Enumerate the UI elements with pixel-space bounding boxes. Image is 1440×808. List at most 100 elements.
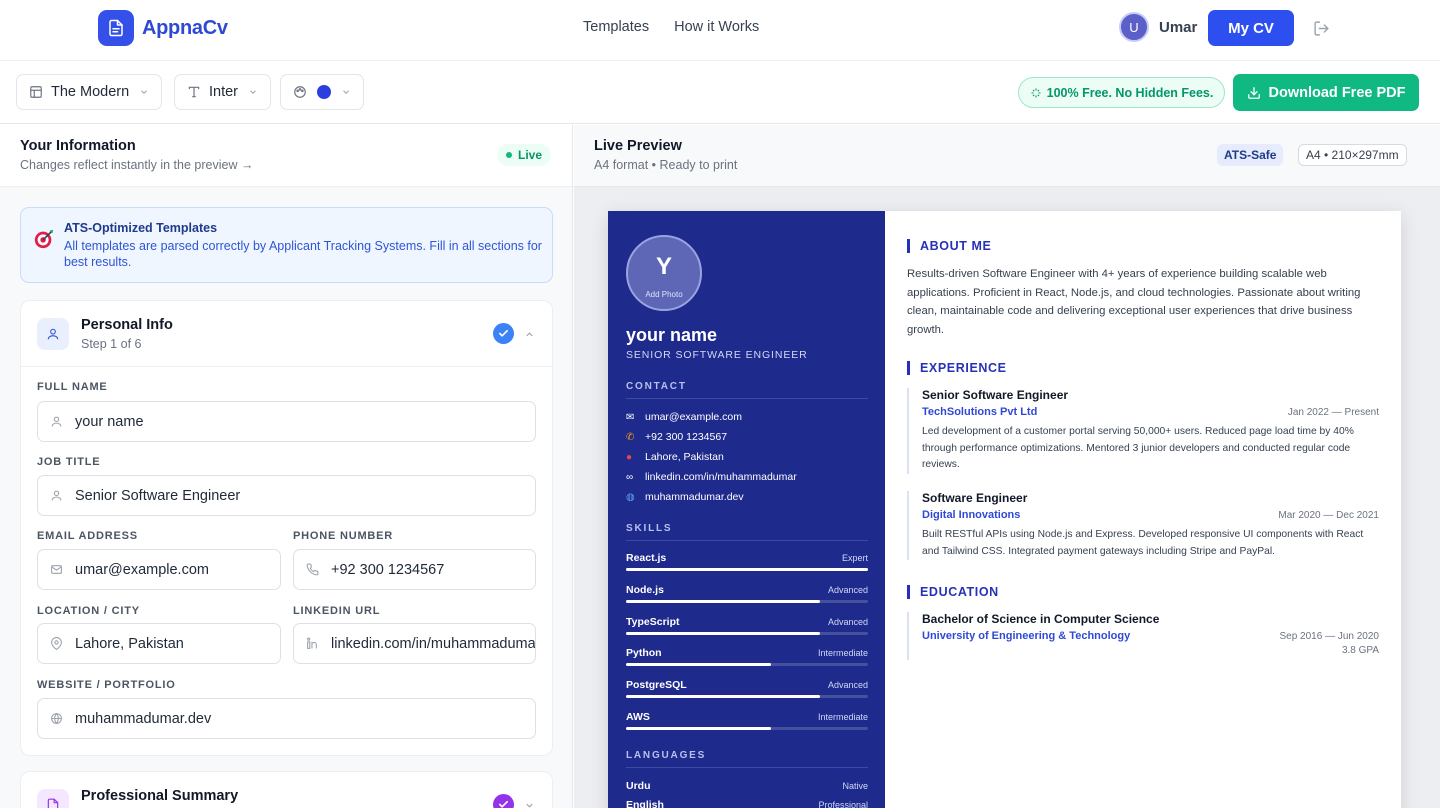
- about-heading: ABOUT ME: [907, 239, 991, 253]
- download-pdf-button[interactable]: Download Free PDF: [1233, 74, 1419, 111]
- gpa: 3.8 GPA: [1341, 645, 1379, 656]
- skill-bar-fill: [626, 727, 771, 730]
- my-cv-button[interactable]: My CV: [1208, 10, 1294, 46]
- job-title-value: Senior Software Engineer: [75, 487, 241, 504]
- website-input[interactable]: muhammadumar.dev: [37, 698, 536, 739]
- globe-icon: [50, 712, 63, 725]
- email-input[interactable]: umar@example.com: [37, 549, 281, 590]
- app-logo[interactable]: AppnaCv: [98, 10, 228, 46]
- skill-name: React.js: [626, 552, 667, 564]
- link-icon: ∞: [626, 471, 634, 483]
- skill-bar-fill: [626, 695, 820, 699]
- logout-icon[interactable]: [1313, 20, 1330, 37]
- nav-link-templates[interactable]: Templates: [583, 19, 649, 35]
- document-icon: [37, 789, 69, 808]
- template-select-label: The Modern: [51, 84, 130, 100]
- location-input[interactable]: Lahore, Pakistan: [37, 623, 281, 664]
- skill-bar: [626, 631, 868, 635]
- contact-phone: ✆ +92 300 1234567: [626, 431, 727, 443]
- skill-level: Intermediate: [817, 648, 868, 659]
- skill-bar: [626, 695, 868, 699]
- skill-name: AWS: [626, 711, 650, 723]
- skill-item: TypeScript Advanced: [626, 616, 868, 636]
- skill-bar: [626, 599, 868, 603]
- check-icon: [493, 323, 514, 344]
- resume-sidebar: Y Add Photo your name SENIOR SOFTWARE EN…: [608, 211, 885, 808]
- contact-heading: CONTACT: [626, 381, 868, 399]
- job-description: Built RESTful APIs using Node.js and Exp…: [922, 529, 1364, 557]
- full-name-input[interactable]: your name: [37, 401, 536, 442]
- globe-icon: ◍: [626, 491, 635, 503]
- ats-title: ATS-Optimized Templates: [64, 221, 218, 235]
- job-title-input[interactable]: Senior Software Engineer: [37, 475, 536, 516]
- language-level: Professional: [818, 800, 868, 808]
- about-text: Results-driven Software Engineer with 4+…: [907, 268, 1361, 336]
- font-select[interactable]: Inter: [174, 74, 272, 110]
- chevron-up-icon[interactable]: [524, 329, 535, 340]
- education-heading: EDUCATION: [907, 585, 999, 599]
- palette-icon: [293, 85, 307, 99]
- degree: Bachelor of Science in Computer Science: [922, 612, 1160, 626]
- skill-bar: [626, 568, 868, 571]
- download-icon: [1247, 86, 1261, 100]
- linkedin-label: LinkedIn URL: [293, 605, 381, 617]
- ats-info-box: ATS-Optimized Templates All templates ar…: [20, 207, 553, 283]
- preview-header: Live Preview A4 format • Ready to print …: [574, 125, 1440, 187]
- email-label: Email Address: [37, 530, 138, 542]
- contact-text: muhammadumar.dev: [645, 491, 744, 503]
- layout-icon: [29, 85, 43, 99]
- user-name: Umar: [1159, 18, 1198, 36]
- skill-level: Advanced: [827, 584, 868, 595]
- editor-header: Your Information Changes reflect instant…: [0, 125, 572, 187]
- education-item: Bachelor of Science in Computer Science …: [907, 612, 1379, 660]
- skill-name: TypeScript: [626, 615, 680, 628]
- contact-linkedin: ∞ linkedin.com/in/muhammadumar: [626, 471, 797, 483]
- job-dates: Mar 2020 — Dec 2021: [1278, 510, 1379, 521]
- user-icon: [50, 489, 63, 502]
- skill-item: AWS Intermediate: [626, 711, 868, 731]
- linkedin-input[interactable]: linkedin.com/in/muhammadumar: [293, 623, 536, 664]
- color-select[interactable]: [280, 74, 364, 110]
- phone-label: Phone Number: [293, 530, 394, 542]
- language-item: English Professional: [626, 799, 868, 808]
- contact-email: ✉ umar@example.com: [626, 411, 742, 423]
- photo-placeholder[interactable]: Y Add Photo: [626, 235, 702, 311]
- email-value: umar@example.com: [75, 561, 209, 578]
- personal-info-header[interactable]: Personal Info Step 1 of 6: [21, 301, 552, 367]
- phone-input[interactable]: +92 300 1234567: [293, 549, 536, 590]
- map-pin-icon: [50, 637, 63, 650]
- nav-links: Templates How it Works: [583, 19, 759, 35]
- skill-level: Intermediate: [817, 712, 868, 722]
- job-description: Led development of a customer portal ser…: [922, 426, 1354, 470]
- contact-text: umar@example.com: [645, 411, 743, 423]
- live-badge: Live: [497, 144, 552, 166]
- editor-title: Your Information: [20, 138, 136, 154]
- education-dates: Sep 2016 — Jun 2020: [1279, 631, 1379, 642]
- skill-bar: [626, 663, 868, 667]
- logo-text: AppnaCv: [142, 16, 228, 39]
- language-name: English: [626, 799, 664, 808]
- experience-heading: EXPERIENCE: [907, 361, 1007, 375]
- location-label: Location / City: [37, 605, 140, 617]
- ats-safe-badge: ATS-Safe: [1217, 144, 1284, 166]
- editor-subtitle: Changes reflect instantly in the preview…: [20, 158, 254, 172]
- chevron-down-icon[interactable]: [524, 800, 535, 808]
- skill-bar-fill: [626, 599, 820, 603]
- resume-role: SENIOR SOFTWARE ENGINEER: [626, 349, 808, 361]
- paper-size-badge: A4 • 210×297mm: [1298, 144, 1407, 166]
- contact-text: Lahore, Pakistan: [645, 451, 724, 463]
- photo-initial: Y: [655, 253, 672, 280]
- full-name-label: Full Name: [37, 381, 108, 393]
- contact-location: ● Lahore, Pakistan: [626, 451, 724, 463]
- job-title-label: Job Title: [37, 456, 101, 468]
- color-swatch: [317, 85, 331, 99]
- avatar[interactable]: U: [1119, 12, 1149, 42]
- professional-summary-card[interactable]: Professional Summary: [20, 771, 553, 808]
- user-menu[interactable]: U Umar: [1119, 12, 1197, 42]
- section-step: Step 1 of 6: [81, 337, 142, 351]
- nav-link-how-it-works[interactable]: How it Works: [674, 19, 759, 35]
- skill-name: Python: [626, 647, 662, 660]
- skill-item: PostgreSQL Advanced: [626, 679, 868, 699]
- template-select[interactable]: The Modern: [16, 74, 163, 110]
- website-value: muhammadumar.dev: [75, 710, 212, 727]
